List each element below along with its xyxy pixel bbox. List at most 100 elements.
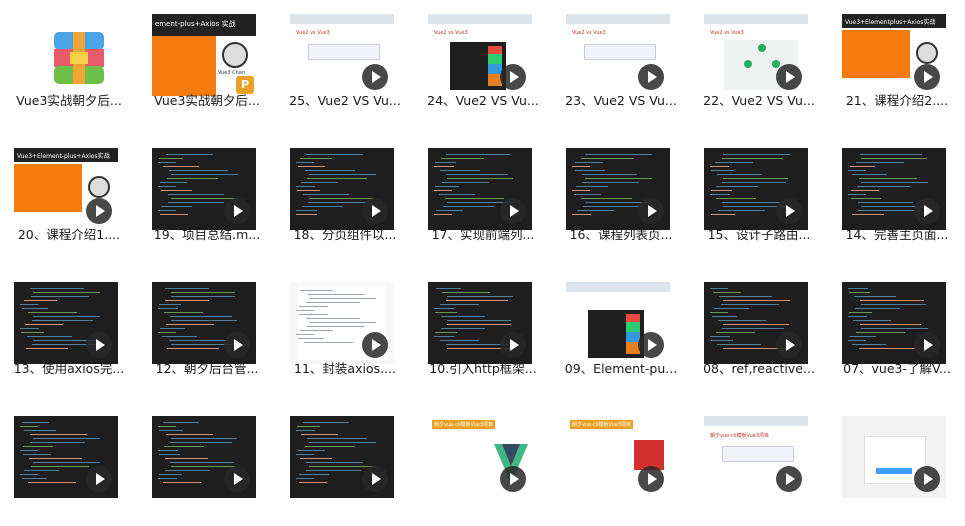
file-tile[interactable]: 朝夕vue-cli模板Vue3项目 [552,402,676,526]
code-line [713,292,741,293]
play-icon[interactable] [500,198,526,224]
file-tile[interactable]: ement-plus+Axios 实战 Vue3 Chan P Vue3实战朝夕后..… [138,0,262,124]
file-tile[interactable]: 朝夕vue-cli模板Vue3项目 [414,402,538,526]
play-icon[interactable] [86,466,112,492]
play-icon[interactable] [776,332,802,358]
file-tile[interactable]: Vue2 vs Vue3 23、Vue2 VS Vu... [552,0,677,124]
code-line [723,178,788,179]
code-line [717,344,761,345]
code-line [23,446,53,447]
slide-heading: Vue2 vs Vue3 [434,30,468,36]
code-line [585,154,652,155]
play-icon[interactable] [500,466,526,492]
play-icon[interactable] [362,198,388,224]
content-box [584,44,656,60]
file-tile[interactable]: Vue3实战朝夕后... [0,0,124,124]
file-tile[interactable] [138,402,262,526]
file-tile[interactable]: 07、vue3-了解V... [828,268,952,392]
code-line [434,190,452,191]
file-tile[interactable]: 10.引入http框架... [414,268,538,392]
file-tile[interactable]: Vue2 vs Vue3 24、Vue2 VS Vu... [414,0,539,124]
code-line [31,296,89,297]
play-icon[interactable] [362,64,388,90]
file-tile[interactable]: 13、使用axios完... [0,268,124,392]
login-button [876,468,912,474]
play-icon[interactable] [86,198,112,224]
code-line [300,458,332,459]
play-icon[interactable] [914,64,940,90]
file-name-label: 10.引入http框架... [429,361,537,376]
slide-title: ement-plus+Axios 实战 [155,20,236,28]
play-icon[interactable] [362,332,388,358]
code-line [447,320,511,321]
code-line [852,174,887,175]
file-tile[interactable]: 17、实现前端列... [414,134,538,258]
file-tile[interactable]: Vue2 vs Vue3 22、Vue2 VS Vu... [690,0,815,124]
code-line [859,348,917,349]
file-tile[interactable] [0,402,124,526]
play-icon[interactable] [914,198,940,224]
file-tile[interactable]: 11、封装axios.... [276,268,400,392]
video-file-grid: Vue3实战朝夕后... ement-plus+Axios 实战 Vue3 Chan… [0,0,965,498]
code-line [860,154,922,155]
code-line [170,462,234,463]
file-tile[interactable] [828,402,952,526]
code-line [722,328,784,329]
code-line [446,300,508,301]
file-tile[interactable]: 16、课程列表页... [552,134,676,258]
file-tile[interactable]: 15、设计子路由... [690,134,814,258]
play-icon[interactable] [86,332,112,358]
code-line [26,348,68,349]
file-tile[interactable]: Vue3+Element-plus+Axios实战 20、课程介绍1.... [0,134,124,258]
code-line [434,308,454,309]
file-tile[interactable]: 18、分页组件以... [276,134,400,258]
play-icon[interactable] [776,466,802,492]
code-line [158,210,176,211]
code-line [166,324,214,325]
file-name-label: 14、完善主页面... [845,227,949,242]
play-icon[interactable] [500,64,526,90]
play-icon[interactable] [914,466,940,492]
play-icon[interactable] [638,466,664,492]
code-line [719,296,772,297]
file-thumbnail [842,416,946,498]
browser-toolbar [566,14,670,24]
file-tile[interactable]: Vue3+Elementplus+Axios实战 21、课程介绍2.... [828,0,952,124]
file-tile[interactable]: 14、完善主页面... [828,134,952,258]
file-tile[interactable]: 08、ref,reactive... [690,268,815,392]
code-line [304,342,353,343]
code-line [716,198,756,199]
play-icon[interactable] [638,198,664,224]
code-line [434,166,454,167]
play-icon[interactable] [776,64,802,90]
code-line [296,210,317,211]
code-line [33,462,100,463]
code-line [300,158,332,159]
slide-title: Vue3+Elementplus+Axios实战 [845,19,936,26]
play-icon[interactable] [638,332,664,358]
play-icon[interactable] [638,64,664,90]
code-line [435,332,457,333]
play-icon[interactable] [224,198,250,224]
play-icon[interactable] [914,332,940,358]
play-icon[interactable] [224,466,250,492]
code-line [30,442,85,443]
play-icon[interactable] [224,332,250,358]
code-line [585,178,652,179]
file-tile[interactable] [276,402,400,526]
play-icon[interactable] [362,466,388,492]
file-name-label: 24、Vue2 VS Vu... [427,93,539,108]
file-name-label: Vue3实战朝夕后... [16,93,122,108]
play-icon[interactable] [776,198,802,224]
file-tile[interactable]: 09、Element-pu... [552,268,677,392]
slide-body [152,36,216,96]
play-icon[interactable] [500,332,526,358]
file-tile[interactable]: 19、项目总结.m... [138,134,262,258]
file-tile[interactable]: 朝夕vue-cli模板Vue3项目 [690,402,814,526]
code-line [853,320,891,321]
code-line [298,166,325,167]
code-line [858,202,913,203]
file-tile[interactable]: 12、朝夕后台管... [138,268,262,392]
file-tile[interactable]: Vue2 vs Vue3 25、Vue2 VS Vu... [276,0,401,124]
code-line [171,320,237,321]
